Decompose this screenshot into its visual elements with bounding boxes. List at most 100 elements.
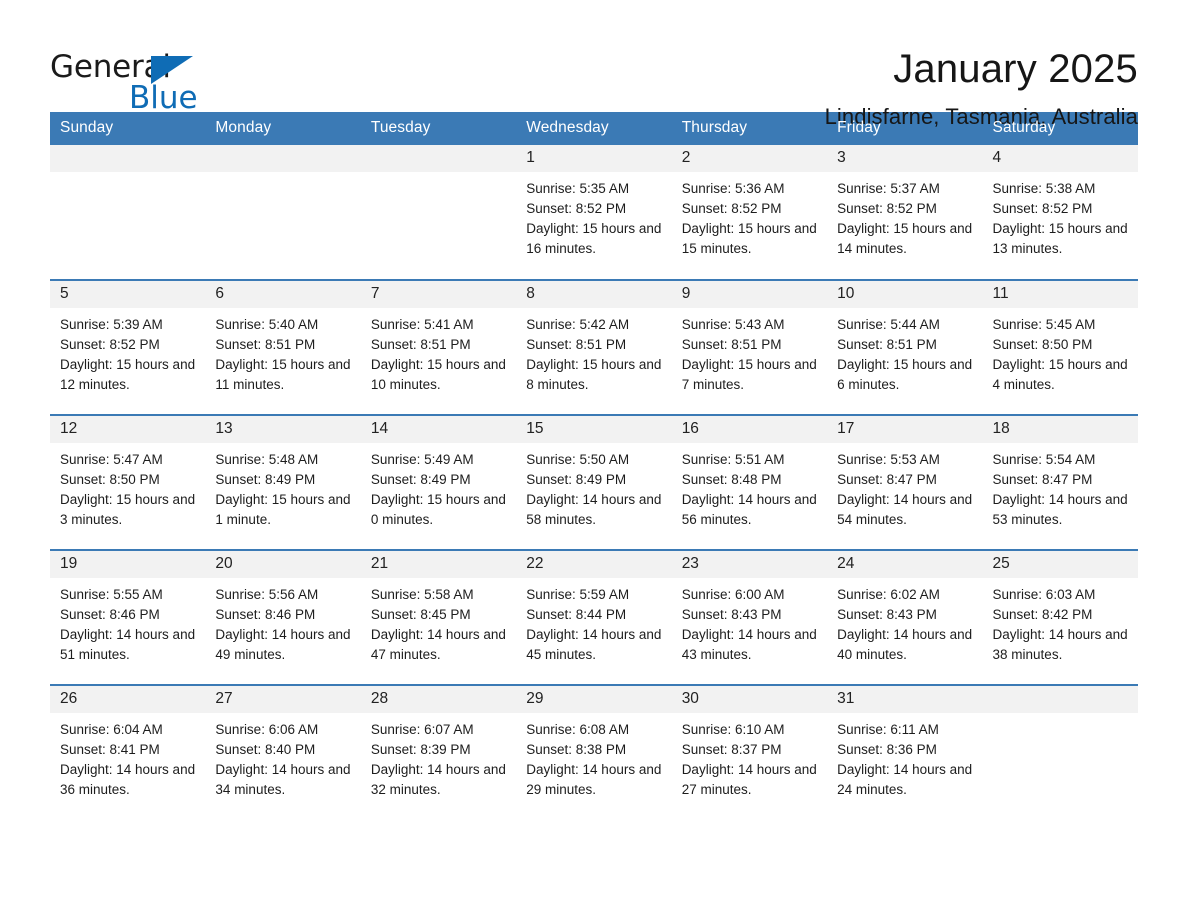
day-sun-info: Sunrise: 5:36 AM Sunset: 8:52 PM Dayligh…: [681, 181, 817, 256]
calendar-empty-cell: [360, 145, 517, 280]
calendar-week-row: 5 Sunrise: 5:39 AM Sunset: 8:52 PM Daylig…: [50, 279, 1138, 415]
calendar-day-cell[interactable]: 22 Sunrise: 5:59 AM Sunset: 8:44 PM Dayli…: [516, 549, 672, 685]
general-blue-logo[interactable]: General Blue: [50, 46, 210, 118]
calendar-day-cell[interactable]: 13 Sunrise: 5:48 AM Sunset: 8:49 PM Dayli…: [205, 414, 361, 550]
day-sun-info: Sunrise: 5:53 AM Sunset: 8:47 PM Dayligh…: [837, 452, 973, 527]
day-number: 27: [205, 686, 361, 713]
day-number: 19: [50, 551, 206, 578]
day-number: [50, 145, 206, 172]
day-sun-info: Sunrise: 5:39 AM Sunset: 8:52 PM Dayligh…: [60, 317, 196, 392]
calendar-day-cell[interactable]: 26 Sunrise: 6:04 AM Sunset: 8:41 PM Dayli…: [50, 684, 206, 820]
calendar-day-cell[interactable]: 25 Sunrise: 6:03 AM Sunset: 8:42 PM Dayli…: [982, 549, 1138, 685]
calendar-week-row: 19 Sunrise: 5:55 AM Sunset: 8:46 PM Dayli…: [50, 549, 1138, 685]
calendar-day-cell[interactable]: 24 Sunrise: 6:02 AM Sunset: 8:43 PM Dayli…: [827, 549, 983, 685]
calendar-week-row: 26 Sunrise: 6:04 AM Sunset: 8:41 PM Dayli…: [50, 684, 1138, 820]
day-number: 10: [827, 281, 983, 308]
day-sun-info: Sunrise: 6:08 AM Sunset: 8:38 PM Dayligh…: [526, 722, 662, 797]
day-number: 29: [516, 686, 672, 713]
calendar-day-cell[interactable]: 14 Sunrise: 5:49 AM Sunset: 8:49 PM Dayli…: [360, 414, 517, 550]
calendar-day-cell[interactable]: 3 Sunrise: 5:37 AM Sunset: 8:52 PM Daylig…: [827, 145, 983, 280]
day-number: 1: [516, 145, 672, 172]
weekday-header-wednesday: Wednesday: [516, 112, 672, 145]
logo-text-blue: Blue: [129, 80, 198, 116]
day-number: 5: [50, 281, 206, 308]
calendar-day-cell[interactable]: 10 Sunrise: 5:44 AM Sunset: 8:51 PM Dayli…: [827, 279, 983, 415]
calendar-day-cell[interactable]: 19 Sunrise: 5:55 AM Sunset: 8:46 PM Dayli…: [50, 549, 206, 685]
day-sun-info: Sunrise: 6:04 AM Sunset: 8:41 PM Dayligh…: [60, 722, 196, 797]
calendar-empty-cell: [50, 145, 206, 280]
sunrise-sunset-calendar: Sunday Monday Tuesday Wednesday Thursday…: [50, 112, 1138, 820]
day-sun-info: Sunrise: 5:51 AM Sunset: 8:48 PM Dayligh…: [681, 452, 817, 527]
day-number: 20: [205, 551, 361, 578]
day-number: 2: [671, 145, 828, 172]
day-sun-info: Sunrise: 5:41 AM Sunset: 8:51 PM Dayligh…: [370, 317, 506, 392]
calendar-day-cell[interactable]: 30 Sunrise: 6:10 AM Sunset: 8:37 PM Dayli…: [671, 684, 828, 820]
calendar-day-cell[interactable]: 15 Sunrise: 5:50 AM Sunset: 8:49 PM Dayli…: [516, 414, 672, 550]
day-number: 28: [360, 686, 517, 713]
day-number: 26: [50, 686, 206, 713]
calendar-day-cell[interactable]: 1 Sunrise: 5:35 AM Sunset: 8:52 PM Daylig…: [516, 145, 672, 280]
day-sun-info: Sunrise: 6:10 AM Sunset: 8:37 PM Dayligh…: [681, 722, 817, 797]
calendar-day-cell[interactable]: 28 Sunrise: 6:07 AM Sunset: 8:39 PM Dayli…: [360, 684, 517, 820]
day-sun-info: Sunrise: 5:49 AM Sunset: 8:49 PM Dayligh…: [370, 452, 506, 527]
calendar-day-cell[interactable]: 27 Sunrise: 6:06 AM Sunset: 8:40 PM Dayli…: [205, 684, 361, 820]
day-number: [205, 145, 361, 172]
day-sun-info: Sunrise: 5:44 AM Sunset: 8:51 PM Dayligh…: [837, 317, 973, 392]
page-title: January 2025: [893, 47, 1138, 91]
day-number: [982, 686, 1138, 713]
day-number: 18: [982, 416, 1138, 443]
calendar-day-cell[interactable]: 16 Sunrise: 5:51 AM Sunset: 8:48 PM Dayli…: [671, 414, 828, 550]
calendar-day-cell[interactable]: 4 Sunrise: 5:38 AM Sunset: 8:52 PM Daylig…: [982, 145, 1138, 280]
calendar-day-cell[interactable]: 18 Sunrise: 5:54 AM Sunset: 8:47 PM Dayli…: [982, 414, 1138, 550]
weekday-header-thursday: Thursday: [671, 112, 828, 145]
calendar-day-cell[interactable]: 20 Sunrise: 5:56 AM Sunset: 8:46 PM Dayli…: [205, 549, 361, 685]
weekday-header-tuesday: Tuesday: [360, 112, 517, 145]
calendar-day-cell[interactable]: 31 Sunrise: 6:11 AM Sunset: 8:36 PM Dayli…: [827, 684, 983, 820]
calendar-day-cell[interactable]: 5 Sunrise: 5:39 AM Sunset: 8:52 PM Daylig…: [50, 279, 206, 415]
day-number: 17: [827, 416, 983, 443]
day-sun-info: Sunrise: 5:43 AM Sunset: 8:51 PM Dayligh…: [681, 317, 817, 392]
day-number: 3: [827, 145, 983, 172]
day-sun-info: Sunrise: 5:59 AM Sunset: 8:44 PM Dayligh…: [526, 587, 662, 662]
calendar-day-cell[interactable]: 17 Sunrise: 5:53 AM Sunset: 8:47 PM Dayli…: [827, 414, 983, 550]
calendar-day-cell[interactable]: 2 Sunrise: 5:36 AM Sunset: 8:52 PM Daylig…: [671, 145, 828, 280]
day-number: 7: [360, 281, 517, 308]
day-number: [360, 145, 517, 172]
day-sun-info: Sunrise: 6:00 AM Sunset: 8:43 PM Dayligh…: [681, 587, 817, 662]
calendar-body: 1 Sunrise: 5:35 AM Sunset: 8:52 PM Daylig…: [50, 145, 1138, 820]
day-sun-info: Sunrise: 5:47 AM Sunset: 8:50 PM Dayligh…: [60, 452, 196, 527]
day-sun-info: Sunrise: 6:03 AM Sunset: 8:42 PM Dayligh…: [992, 587, 1128, 662]
calendar-day-cell[interactable]: 11 Sunrise: 5:45 AM Sunset: 8:50 PM Dayli…: [982, 279, 1138, 415]
day-number: 24: [827, 551, 983, 578]
calendar-day-cell[interactable]: 29 Sunrise: 6:08 AM Sunset: 8:38 PM Dayli…: [516, 684, 672, 820]
calendar-day-cell[interactable]: 12 Sunrise: 5:47 AM Sunset: 8:50 PM Dayli…: [50, 414, 206, 550]
day-sun-info: Sunrise: 5:55 AM Sunset: 8:46 PM Dayligh…: [60, 587, 196, 662]
calendar-week-row: 12 Sunrise: 5:47 AM Sunset: 8:50 PM Dayli…: [50, 414, 1138, 550]
day-sun-info: Sunrise: 5:38 AM Sunset: 8:52 PM Dayligh…: [992, 181, 1128, 256]
day-number: 12: [50, 416, 206, 443]
day-sun-info: Sunrise: 5:37 AM Sunset: 8:52 PM Dayligh…: [837, 181, 973, 256]
calendar-day-cell[interactable]: 7 Sunrise: 5:41 AM Sunset: 8:51 PM Daylig…: [360, 279, 517, 415]
calendar-page: General Blue January 2025 Lindisfarne, T…: [0, 0, 1188, 918]
calendar-day-cell[interactable]: 23 Sunrise: 6:00 AM Sunset: 8:43 PM Dayli…: [671, 549, 828, 685]
day-number: 13: [205, 416, 361, 443]
calendar-day-cell[interactable]: 8 Sunrise: 5:42 AM Sunset: 8:51 PM Daylig…: [516, 279, 672, 415]
day-number: 15: [516, 416, 672, 443]
day-sun-info: Sunrise: 6:02 AM Sunset: 8:43 PM Dayligh…: [837, 587, 973, 662]
day-sun-info: Sunrise: 5:42 AM Sunset: 8:51 PM Dayligh…: [526, 317, 662, 392]
day-sun-info: Sunrise: 6:06 AM Sunset: 8:40 PM Dayligh…: [215, 722, 351, 797]
day-number: 6: [205, 281, 361, 308]
calendar-day-cell[interactable]: 6 Sunrise: 5:40 AM Sunset: 8:51 PM Daylig…: [205, 279, 361, 415]
day-sun-info: Sunrise: 5:56 AM Sunset: 8:46 PM Dayligh…: [215, 587, 351, 662]
calendar-day-cell[interactable]: 21 Sunrise: 5:58 AM Sunset: 8:45 PM Dayli…: [360, 549, 517, 685]
calendar-day-cell[interactable]: 9 Sunrise: 5:43 AM Sunset: 8:51 PM Daylig…: [671, 279, 828, 415]
day-number: 11: [982, 281, 1138, 308]
day-sun-info: Sunrise: 5:50 AM Sunset: 8:49 PM Dayligh…: [526, 452, 662, 527]
day-sun-info: Sunrise: 5:45 AM Sunset: 8:50 PM Dayligh…: [992, 317, 1128, 392]
day-sun-info: Sunrise: 6:07 AM Sunset: 8:39 PM Dayligh…: [370, 722, 506, 797]
day-number: 4: [982, 145, 1138, 172]
day-sun-info: Sunrise: 5:54 AM Sunset: 8:47 PM Dayligh…: [992, 452, 1128, 527]
day-number: 25: [982, 551, 1138, 578]
calendar-empty-cell: [205, 145, 361, 280]
day-sun-info: Sunrise: 6:11 AM Sunset: 8:36 PM Dayligh…: [837, 722, 973, 797]
